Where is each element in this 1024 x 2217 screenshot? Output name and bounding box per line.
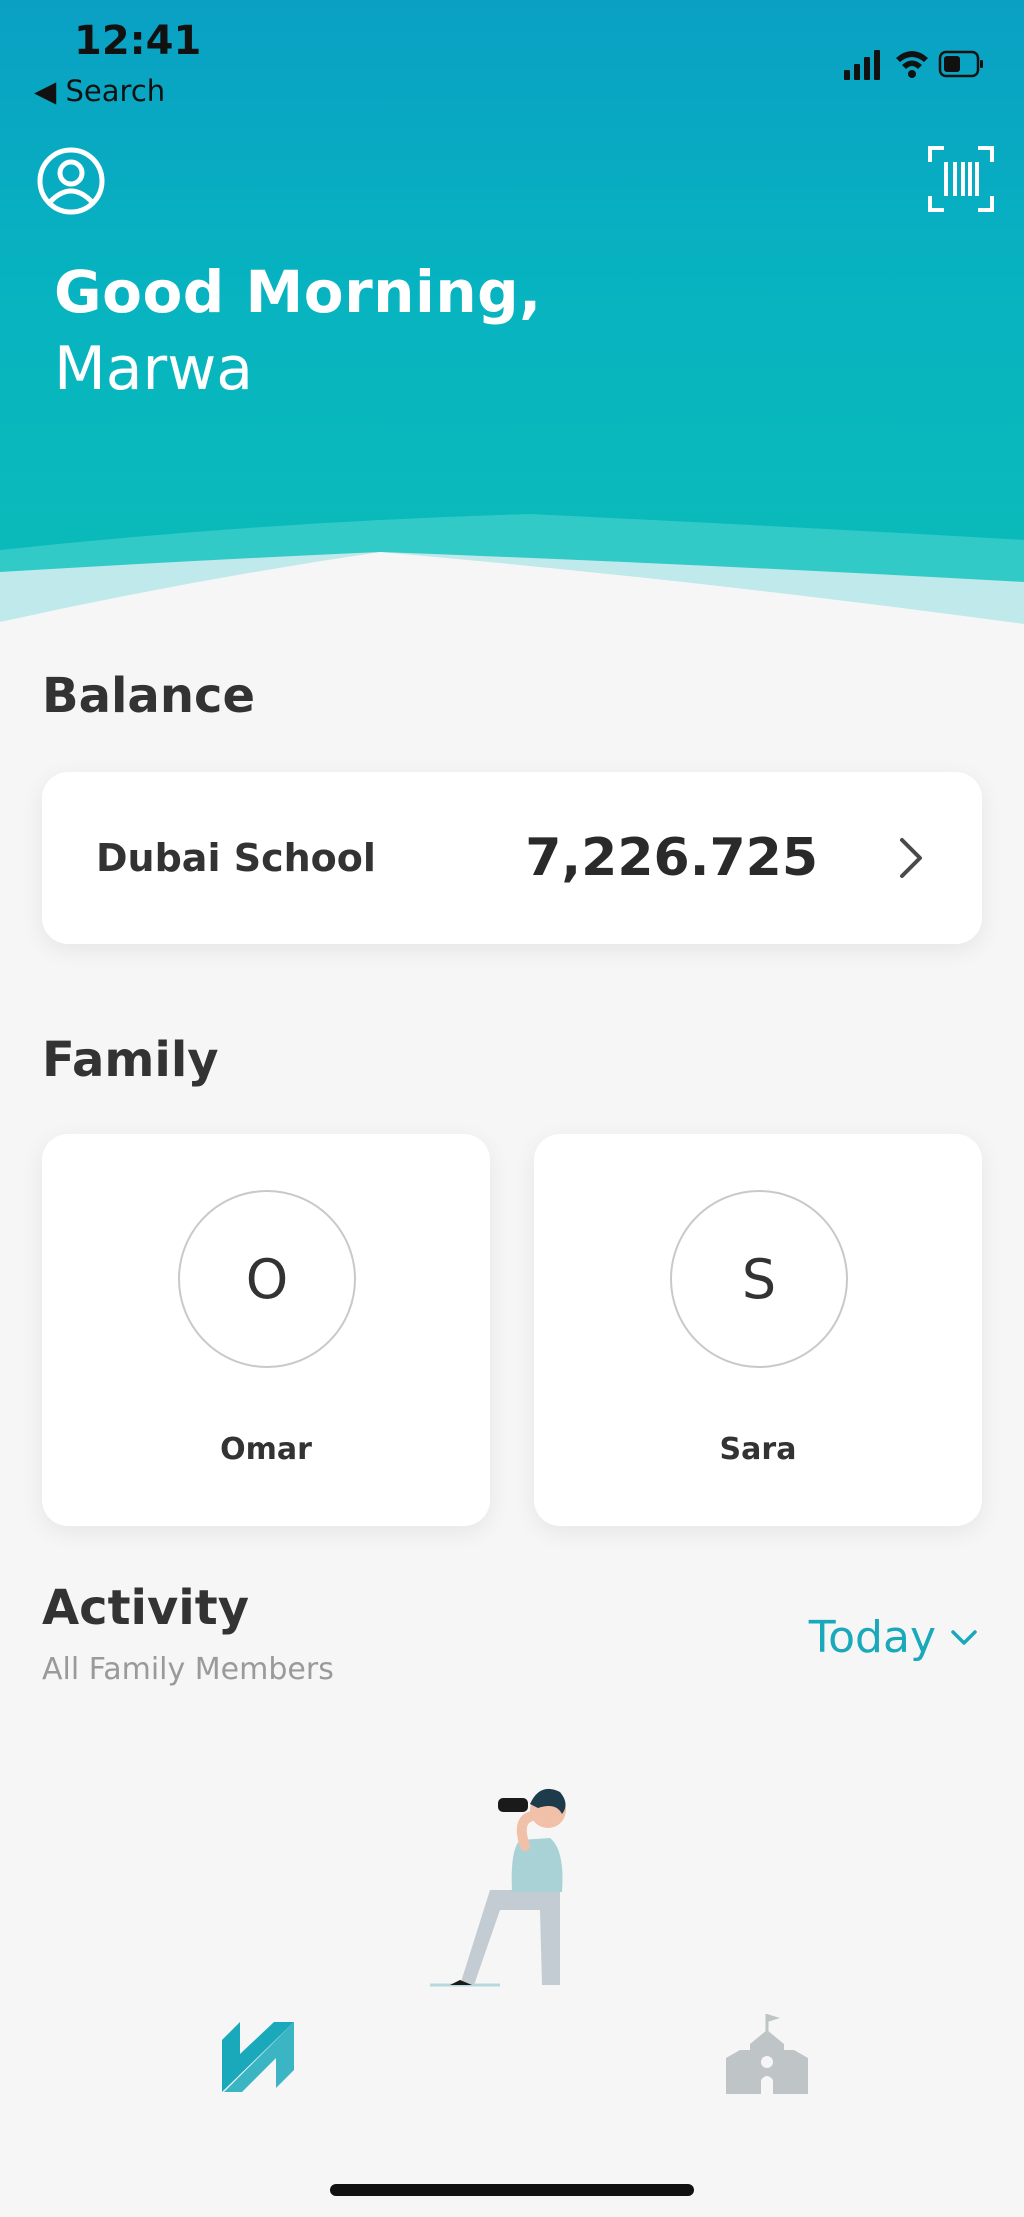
scan-button[interactable] [928,146,994,212]
nav-home-button[interactable] [212,2010,302,2100]
chevron-down-icon [951,1629,977,1645]
nav-school-button[interactable] [722,2010,812,2100]
activity-period-dropdown[interactable]: Today [809,1612,978,1663]
family-member-name: Sara [719,1432,797,1467]
empty-activity-illustration [430,1788,566,1987]
avatar: O [178,1190,356,1368]
family-member-card-sara[interactable]: S Sara [534,1134,982,1526]
avatar: S [670,1190,848,1368]
activity-period-label: Today [808,1612,936,1663]
balance-card[interactable]: Dubai School 7,226.725 [42,772,982,944]
family-member-name: Omar [220,1432,312,1467]
status-icons [844,46,984,86]
profile-icon [37,147,105,215]
greeting-text: Good Morning, [54,258,542,326]
balance-account-name: Dubai School [96,836,376,880]
profile-button[interactable] [36,146,106,216]
header-banner: 12:41 ◀ Search Good Morning, Marwa [0,0,1024,630]
signal-icon [844,50,880,80]
user-name: Marwa [54,334,254,404]
activity-section-title: Activity [42,1580,249,1636]
back-to-search-link[interactable]: ◀ Search [34,74,165,108]
activity-subtitle: All Family Members [42,1652,334,1687]
family-member-card-omar[interactable]: O Omar [42,1134,490,1526]
wifi-icon [896,51,928,78]
barcode-scan-icon [928,146,994,212]
family-section-title: Family [42,1032,219,1088]
home-indicator [330,2184,694,2196]
status-time: 12:41 [74,18,202,64]
app-logo-icon [222,2022,294,2092]
header-wave [0,514,1024,630]
battery-icon [938,50,983,78]
balance-section-title: Balance [42,668,255,724]
school-icon [726,2014,808,2094]
balance-amount: 7,226.725 [525,828,818,888]
chevron-right-icon [900,838,922,878]
